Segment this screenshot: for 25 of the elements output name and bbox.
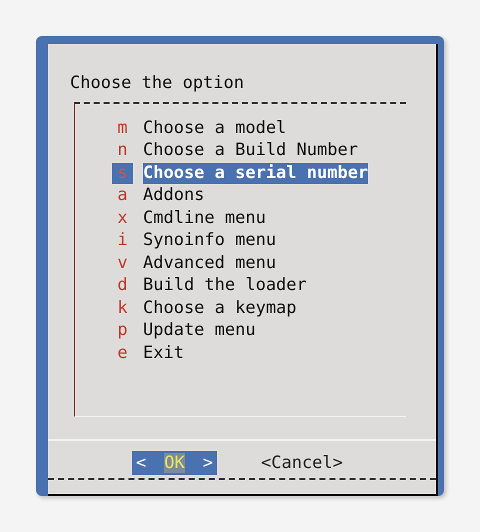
menu-hotkey: v [116,252,129,274]
menu-hotkey: m [116,118,129,139]
menu-hotkey: k [116,298,129,319]
ok-button[interactable]: < OK > [132,451,217,475]
menu-hotkey: s [112,162,133,184]
menu-item[interactable]: Exit [143,342,184,364]
menu-hotkey: a [116,185,129,206]
menu-item[interactable]: Cmdline menu [143,208,266,229]
menu-item[interactable]: Build the loader [143,275,307,296]
menu-hotkey: d [116,275,129,296]
menu-hotkey: i [116,230,129,252]
menu-item[interactable]: Addons [143,185,204,206]
menu-item[interactable]: Choose a model [143,118,286,139]
menu-hotkey: e [116,342,129,364]
cancel-button[interactable]: <Cancel> [258,451,345,475]
menu-hotkey: x [116,208,129,229]
menu-hotkey: n [116,140,129,162]
menu-item[interactable]: Choose a Build Number [143,140,358,162]
menu-item[interactable]: Choose a keymap [143,298,297,319]
menu-item[interactable]: Advanced menu [143,252,276,274]
menu-item[interactable]: Synoinfo menu [143,230,276,252]
dialog-title: Choose the option [70,72,245,94]
menu-item[interactable]: Update menu [143,320,256,342]
menu-item[interactable]: Choose a serial number [143,162,368,184]
menu-hotkey: p [116,320,129,342]
